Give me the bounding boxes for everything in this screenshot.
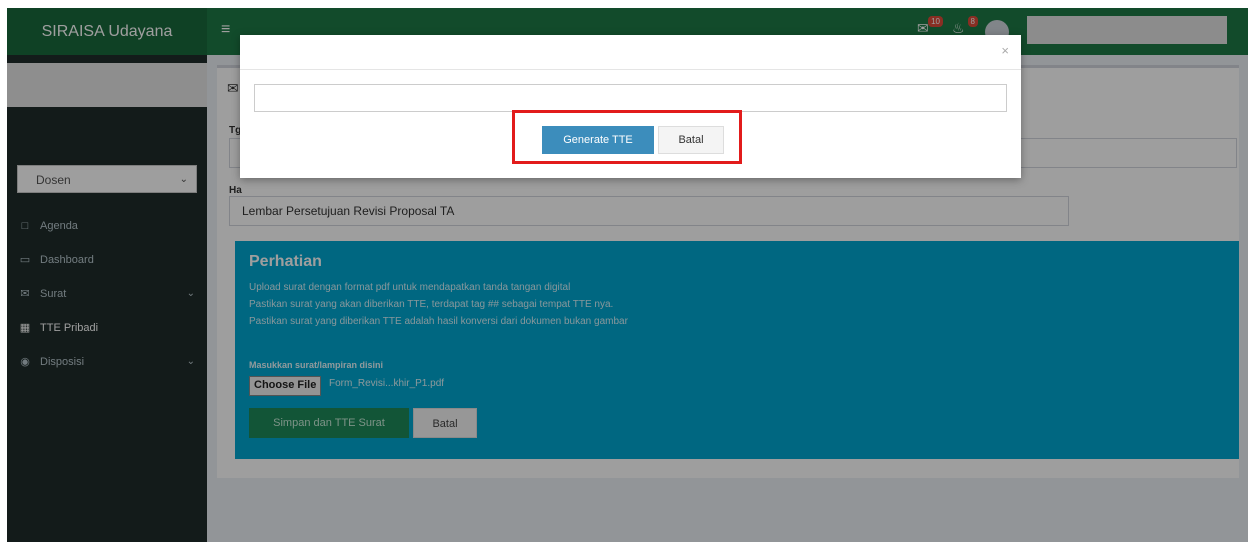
modal-cancel-button[interactable]: Batal <box>658 126 724 154</box>
modal-divider <box>240 69 1021 70</box>
app-window: SIRAISA Udayana ≡ ✉ 10 ♨ 8 Dosen ⌄ □ Agend… <box>7 8 1248 542</box>
generate-tte-modal: × Generate TTE Batal <box>240 35 1021 178</box>
generate-tte-button[interactable]: Generate TTE <box>542 126 654 154</box>
passphrase-input[interactable] <box>254 84 1007 112</box>
close-icon[interactable]: × <box>1001 43 1009 58</box>
